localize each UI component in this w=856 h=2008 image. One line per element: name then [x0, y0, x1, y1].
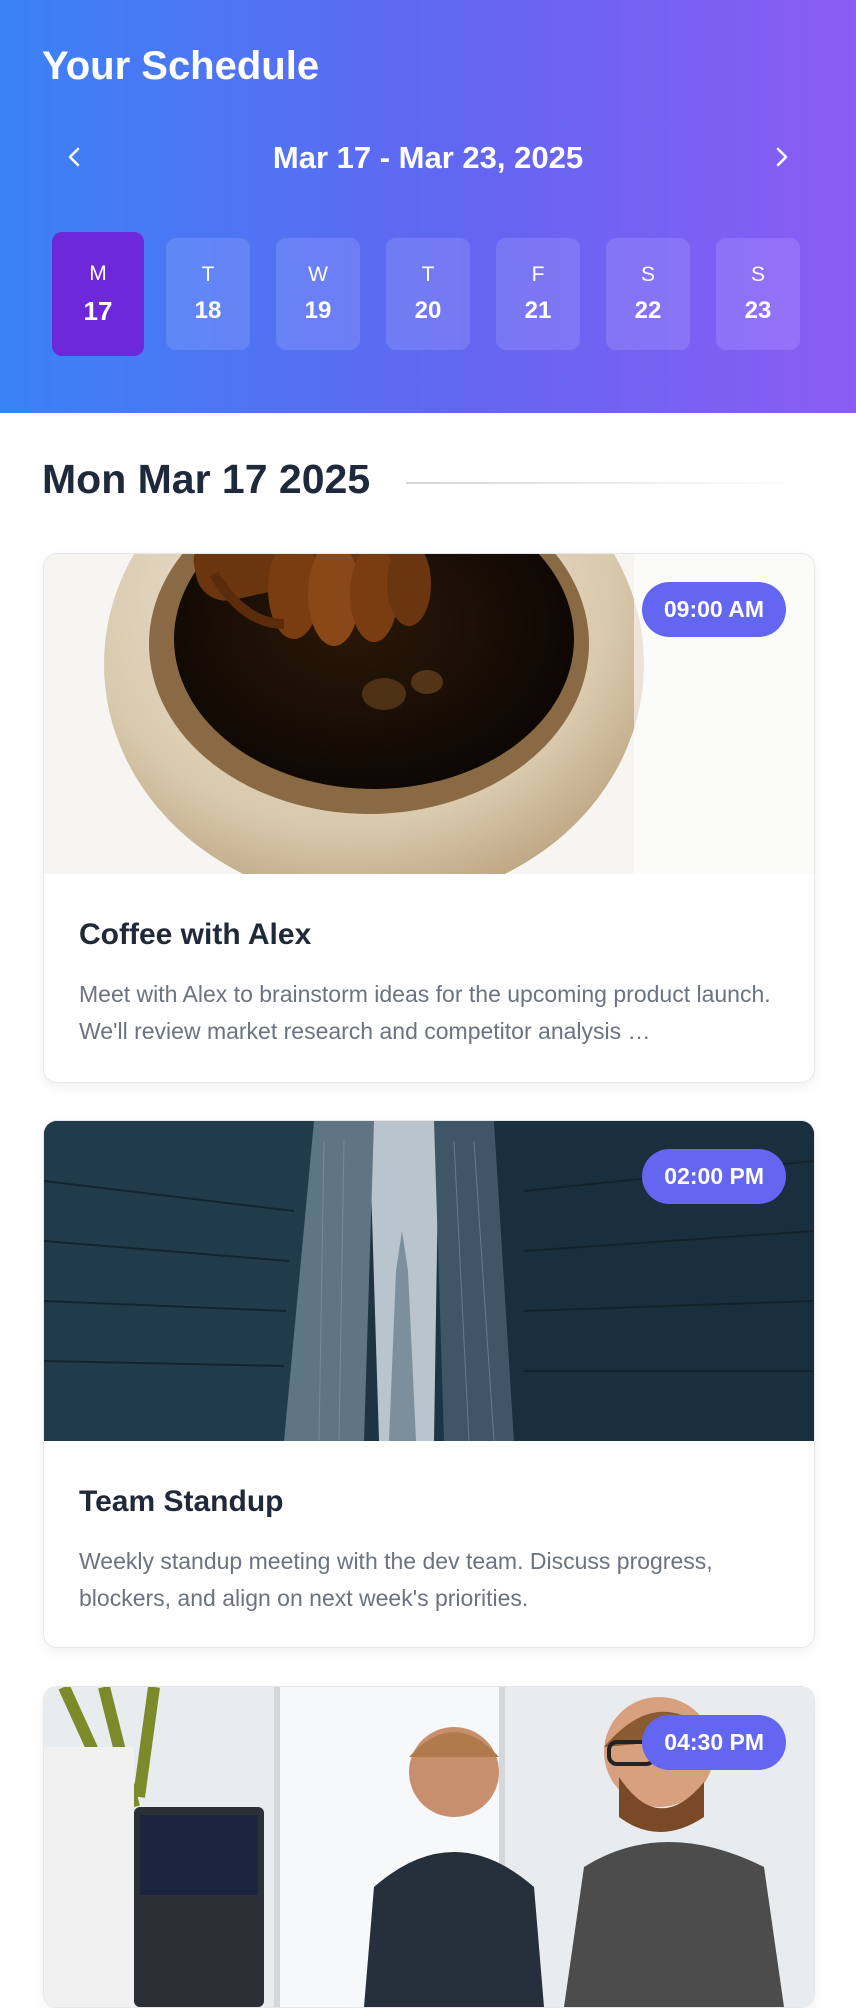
day-fri[interactable]: F 21 — [496, 238, 580, 350]
day-wed[interactable]: W 19 — [276, 238, 360, 350]
day-weekday: T — [421, 263, 435, 286]
event-card[interactable]: 09:00 AM Coffee with Alex Meet with Alex… — [43, 553, 815, 1083]
day-number: 20 — [414, 297, 442, 324]
day-sun[interactable]: S 23 — [716, 238, 800, 350]
day-selector: M 17 T 18 W 19 T 20 F 21 S 22 S 23 — [52, 232, 800, 356]
week-range-label: Mar 17 - Mar 23, 2025 — [272, 140, 584, 175]
chevron-right-icon — [776, 147, 788, 167]
day-weekday: S — [750, 263, 765, 286]
day-number: 23 — [744, 297, 772, 324]
selected-date-title: Mon Mar 17 2025 — [42, 456, 371, 502]
schedule-header: Your Schedule Mar 17 - Mar 23, 2025 M 17… — [0, 0, 856, 413]
event-time-badge: 04:30 PM — [642, 1715, 786, 1770]
day-number: 18 — [194, 297, 222, 324]
event-card[interactable]: 02:00 PM Team Standup Weekly standup mee… — [43, 1120, 815, 1648]
event-title: Coffee with Alex — [79, 918, 312, 951]
day-sat[interactable]: S 22 — [606, 238, 690, 350]
day-weekday: T — [201, 263, 215, 286]
event-description: Meet with Alex to brainstorm ideas for t… — [79, 981, 771, 1044]
next-week-button[interactable] — [756, 132, 806, 182]
day-weekday: S — [640, 263, 655, 286]
day-tue[interactable]: T 18 — [166, 238, 250, 350]
day-number: 21 — [524, 297, 552, 324]
selected-date-heading: Mon Mar 17 2025 — [42, 456, 814, 512]
event-image-office: 04:30 PM — [44, 1687, 814, 2007]
event-description: Weekly standup meeting with the dev team… — [79, 1548, 713, 1611]
day-number: 22 — [634, 297, 662, 324]
event-time-badge: 02:00 PM — [642, 1149, 786, 1204]
day-mon[interactable]: M 17 — [52, 232, 144, 356]
day-weekday: W — [308, 263, 328, 286]
week-navigator: Mar 17 - Mar 23, 2025 — [42, 132, 814, 182]
day-thu[interactable]: T 20 — [386, 238, 470, 350]
event-time-badge: 09:00 AM — [641, 582, 786, 637]
heading-divider — [406, 482, 802, 484]
event-image-coffee: 09:00 AM — [44, 554, 814, 874]
day-number: 19 — [304, 297, 332, 324]
page-title: Your Schedule — [42, 44, 320, 88]
day-weekday: M — [89, 261, 107, 285]
event-title: Team Standup — [79, 1485, 284, 1518]
event-card[interactable]: 04:30 PM — [43, 1686, 815, 2008]
day-weekday: F — [531, 263, 545, 286]
day-number: 17 — [83, 295, 113, 326]
event-image-city: 02:00 PM — [44, 1121, 814, 1441]
